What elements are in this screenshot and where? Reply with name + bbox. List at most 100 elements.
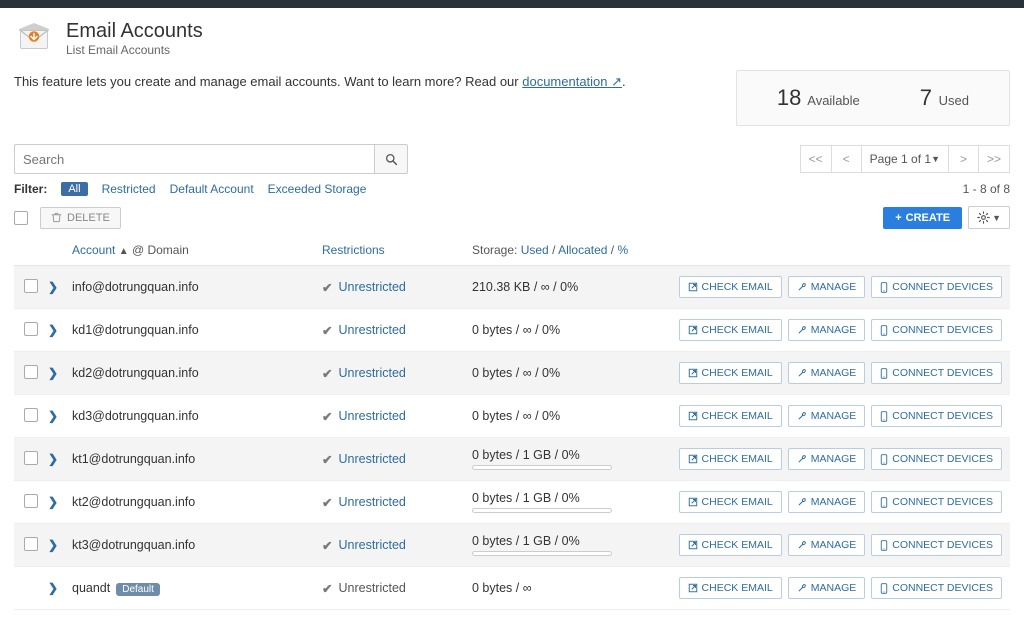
pager-first[interactable]: <<: [800, 145, 832, 173]
settings-button[interactable]: ▼: [968, 206, 1010, 229]
manage-button[interactable]: MANAGE: [788, 405, 866, 427]
col-used[interactable]: Used: [521, 243, 549, 257]
search-button[interactable]: [374, 144, 408, 174]
row-checkbox[interactable]: [24, 494, 38, 508]
page-title: Email Accounts: [66, 20, 203, 43]
restriction-value[interactable]: Unrestricted: [338, 409, 405, 423]
manage-button[interactable]: MANAGE: [788, 577, 866, 599]
col-allocated[interactable]: Allocated: [558, 243, 607, 257]
connect-devices-button[interactable]: CONNECT DEVICES: [871, 577, 1002, 599]
restriction-value[interactable]: Unrestricted: [338, 452, 405, 466]
pager-prev[interactable]: <: [832, 145, 862, 173]
caret-down-icon: ▼: [931, 154, 940, 164]
manage-button[interactable]: MANAGE: [788, 362, 866, 384]
check-email-button[interactable]: CHECK EMAIL: [679, 405, 782, 427]
filter-exceeded-storage[interactable]: Exceeded Storage: [268, 182, 367, 196]
expand-chevron-icon[interactable]: ❯: [48, 409, 58, 423]
manage-button[interactable]: MANAGE: [788, 319, 866, 341]
manage-button[interactable]: MANAGE: [788, 534, 866, 556]
row-checkbox[interactable]: [24, 365, 38, 379]
row-checkbox[interactable]: [24, 322, 38, 336]
connect-devices-button[interactable]: CONNECT DEVICES: [871, 491, 1002, 513]
expand-chevron-icon[interactable]: ❯: [48, 280, 58, 294]
action-row: DELETE + CREATE ▼: [14, 206, 1010, 229]
row-checkbox[interactable]: [24, 537, 38, 551]
expand-chevron-icon[interactable]: ❯: [48, 452, 58, 466]
connect-devices-button[interactable]: CONNECT DEVICES: [871, 405, 1002, 427]
search-icon: [385, 153, 398, 166]
action-right: + CREATE ▼: [883, 206, 1010, 229]
title-block: Email Accounts List Email Accounts: [66, 20, 203, 57]
external-icon: [688, 368, 698, 378]
expand-chevron-icon[interactable]: ❯: [48, 323, 58, 337]
filter-restricted[interactable]: Restricted: [102, 182, 156, 196]
expand-chevron-icon[interactable]: ❯: [48, 581, 58, 595]
check-email-button[interactable]: CHECK EMAIL: [679, 319, 782, 341]
connect-devices-button[interactable]: CONNECT DEVICES: [871, 276, 1002, 298]
plus-icon: +: [895, 212, 901, 224]
pager-next[interactable]: >: [949, 145, 979, 173]
wrench-icon: [797, 583, 807, 593]
create-button[interactable]: + CREATE: [883, 207, 962, 229]
expand-chevron-icon[interactable]: ❯: [48, 495, 58, 509]
manage-button[interactable]: MANAGE: [788, 276, 866, 298]
check-icon: ✔: [322, 452, 332, 467]
expand-chevron-icon[interactable]: ❯: [48, 538, 58, 552]
storage-progress: [472, 551, 612, 556]
connect-devices-button[interactable]: CONNECT DEVICES: [871, 534, 1002, 556]
col-account[interactable]: Account ▲ @ Domain: [72, 243, 322, 257]
stat-available: 18 Available: [777, 85, 860, 111]
delete-button[interactable]: DELETE: [40, 207, 121, 229]
col-percent[interactable]: %: [617, 243, 628, 257]
check-email-button[interactable]: CHECK EMAIL: [679, 534, 782, 556]
connect-devices-button[interactable]: CONNECT DEVICES: [871, 362, 1002, 384]
restriction-value[interactable]: Unrestricted: [338, 366, 405, 380]
device-icon: [880, 368, 888, 379]
select-all-checkbox[interactable]: [14, 211, 28, 225]
connect-devices-button[interactable]: CONNECT DEVICES: [871, 319, 1002, 341]
device-icon: [880, 540, 888, 551]
check-email-button[interactable]: CHECK EMAIL: [679, 448, 782, 470]
search-group: [14, 144, 408, 174]
filter-default-account[interactable]: Default Account: [170, 182, 254, 196]
col-restrictions[interactable]: Restrictions: [322, 243, 472, 257]
row-checkbox[interactable]: [24, 451, 38, 465]
pager-last[interactable]: >>: [979, 145, 1010, 173]
row-checkbox[interactable]: [24, 279, 38, 293]
restriction-value[interactable]: Unrestricted: [338, 538, 405, 552]
manage-button[interactable]: MANAGE: [788, 448, 866, 470]
connect-devices-button[interactable]: CONNECT DEVICES: [871, 448, 1002, 470]
search-input[interactable]: [14, 144, 374, 174]
wrench-icon: [797, 368, 807, 378]
account-email: kt1@dotrungquan.info: [72, 452, 195, 466]
check-email-button[interactable]: CHECK EMAIL: [679, 362, 782, 384]
table-row: ❯info@dotrungquan.info✔Unrestricted210.3…: [14, 266, 1010, 309]
intro-row: This feature lets you create and manage …: [14, 70, 1010, 126]
row-checkbox[interactable]: [24, 408, 38, 422]
check-icon: ✔: [322, 323, 332, 338]
pager-label[interactable]: Page 1 of 1 ▼: [862, 145, 949, 173]
manage-button[interactable]: MANAGE: [788, 491, 866, 513]
device-icon: [880, 583, 888, 594]
expand-chevron-icon[interactable]: ❯: [48, 366, 58, 380]
check-email-button[interactable]: CHECK EMAIL: [679, 577, 782, 599]
wrench-icon: [797, 411, 807, 421]
restriction-value[interactable]: Unrestricted: [338, 495, 405, 509]
filter-all[interactable]: All: [61, 182, 87, 196]
restriction-value[interactable]: Unrestricted: [338, 280, 405, 294]
create-label: CREATE: [906, 212, 950, 224]
documentation-link[interactable]: documentation ↗: [522, 74, 622, 89]
gear-icon: [977, 211, 990, 224]
account-email: kd3@dotrungquan.info: [72, 409, 199, 423]
breadcrumb: List Email Accounts: [66, 43, 203, 57]
storage-progress: [472, 508, 612, 513]
wrench-icon: [797, 540, 807, 550]
check-email-button[interactable]: CHECK EMAIL: [679, 276, 782, 298]
restriction-value: Unrestricted: [338, 581, 405, 595]
check-icon: ✔: [322, 366, 332, 381]
available-count: 18: [777, 85, 801, 110]
check-email-button[interactable]: CHECK EMAIL: [679, 491, 782, 513]
account-email: quandt: [72, 581, 110, 595]
sort-asc-icon: ▲: [119, 246, 129, 257]
restriction-value[interactable]: Unrestricted: [338, 323, 405, 337]
